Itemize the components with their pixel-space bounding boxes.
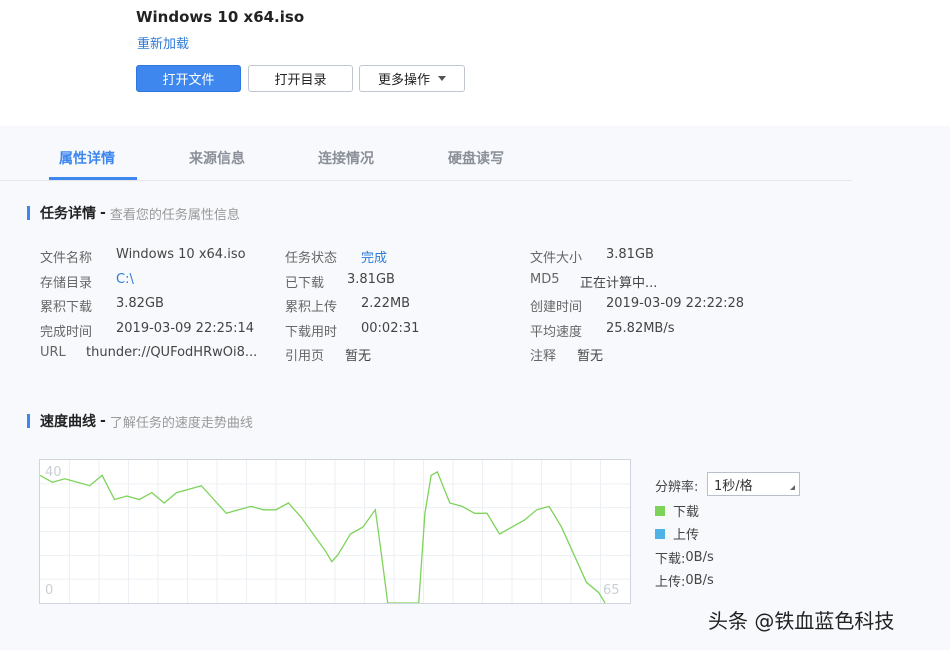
info-label: 存储目录 [40,276,93,291]
section-marker [27,414,30,428]
series-line-download [40,470,606,603]
info-created-time: 创建时间 2019-03-09 22:22:28 [530,296,744,315]
info-value: 00:02:31 [361,321,420,336]
info-total-download: 累积下载 3.82GB [40,296,164,315]
task-header: Windows 10 x64.iso 重新加载 打开文件 打开目录 更多操作 [0,0,950,126]
info-downloaded: 已下载 3.81GB [285,272,395,291]
tab-divider [0,180,852,181]
info-referer: 引用页 暂无 [285,345,371,364]
legend-download: 下载 [655,501,699,520]
info-value: 3.82GB [116,296,164,311]
file-title: Windows 10 x64.iso [136,8,305,26]
download-rate-label: 下载: [655,552,686,567]
section-dash: - [100,205,106,221]
speed-chart-svg: 40 0 65 [40,460,630,603]
info-value: 2019-03-09 22:25:14 [116,321,255,336]
info-comment: 注释 暂无 [530,345,603,364]
detail-tabs: 属性详情 来源信息 连接情况 硬盘读写 [0,126,950,182]
file-icon [0,0,120,112]
y-axis-top-label: 40 [45,465,62,480]
section-marker [27,206,30,220]
info-value: 2.22MB [361,296,411,311]
tab-properties[interactable]: 属性详情 [59,148,115,168]
info-total-upload: 累积上传 2.22MB [285,296,410,315]
info-average-speed: 平均速度 25.82MB/s [530,321,675,340]
info-value: 3.81GB [606,247,654,262]
info-label: 累积上传 [285,300,338,315]
info-value: Windows 10 x64.iso [116,247,246,262]
info-value: 暂无 [345,349,372,364]
reload-link[interactable]: 重新加载 [137,33,189,52]
upload-rate: 上传: 0B/s [655,571,714,590]
open-file-button[interactable]: 打开文件 [136,65,241,92]
info-url: URL thunder://QUFodHRwOi8... [40,345,257,360]
legend-swatch-upload [655,528,665,539]
info-file-size: 文件大小 3.81GB [530,247,654,266]
resolution-select[interactable]: 1秒/格 [707,472,800,496]
section-title: 任务详情 [40,206,96,222]
info-label: 任务状态 [285,251,338,266]
legend-swatch-download [655,505,665,516]
info-download-duration: 下载用时 00:02:31 [285,321,419,340]
info-value: 25.82MB/s [606,321,675,336]
upload-rate-label: 上传: [655,575,686,590]
speed-curve-heading: 速度曲线 - 了解任务的速度走势曲线 [27,411,253,431]
x-axis-start-label: 0 [45,583,53,598]
more-actions-label: 更多操作 [377,73,430,88]
info-md5: MD5 正在计算中... [530,272,657,291]
section-title: 速度曲线 [40,414,96,430]
info-value: 完成 [361,251,388,266]
speed-chart: 40 0 65 [39,459,631,604]
info-label: 累积下载 [40,300,93,315]
dropdown-corner-icon [790,485,795,490]
chart-grid [40,460,630,603]
open-directory-button[interactable]: 打开目录 [248,65,353,92]
section-subtitle: 了解任务的速度走势曲线 [109,415,253,431]
tab-connections[interactable]: 连接情况 [318,148,374,168]
info-value: 2019-03-09 22:22:28 [606,296,745,311]
info-value: 正在计算中... [580,276,658,291]
tab-source-info[interactable]: 来源信息 [189,148,245,168]
info-task-status: 任务状态 完成 [285,247,387,266]
x-axis-end-label: 65 [603,583,620,598]
info-file-name: 文件名称 Windows 10 x64.iso [40,247,246,266]
legend-upload: 上传 [655,524,699,543]
info-label: 注释 [530,349,557,364]
upload-rate-value: 0B/s [685,573,714,588]
info-label: URL [40,345,66,360]
chart-series [40,470,606,603]
resolution-label: 分辨率: [655,480,699,495]
info-label: 文件大小 [530,251,583,266]
task-details-grid: 文件名称 Windows 10 x64.iso 任务状态 完成 文件大小 3.8… [40,244,800,369]
info-value: thunder://QUFodHRwOi8... [86,345,258,360]
info-label: 完成时间 [40,325,93,340]
info-finished-time: 完成时间 2019-03-09 22:25:14 [40,321,254,340]
download-rate-value: 0B/s [685,550,714,565]
download-rate: 下载: 0B/s [655,548,714,567]
watermark: 头条 @铁血蓝色科技 [708,609,895,633]
info-label: 下载用时 [285,325,338,340]
info-label: 文件名称 [40,251,93,266]
section-subtitle: 查看您的任务属性信息 [109,207,240,223]
resolution-value: 1秒/格 [714,478,753,494]
info-label: 已下载 [285,276,325,291]
info-label: 引用页 [285,349,325,364]
info-label: 创建时间 [530,300,583,315]
info-value: 3.81GB [347,272,395,287]
storage-dir-link[interactable]: C:\ [116,272,134,291]
info-value: 暂无 [577,349,604,364]
legend-label: 下载 [673,505,700,520]
task-details-heading: 任务详情 - 查看您的任务属性信息 [27,203,240,223]
legend-label: 上传 [673,528,700,543]
more-actions-button[interactable]: 更多操作 [359,65,465,92]
section-dash: - [100,413,106,429]
chevron-down-icon [438,76,446,81]
info-storage-dir: 存储目录 C:\ [40,272,134,291]
info-label: MD5 [530,272,560,287]
info-label: 平均速度 [530,325,583,340]
tab-disk-io[interactable]: 硬盘读写 [448,148,504,168]
